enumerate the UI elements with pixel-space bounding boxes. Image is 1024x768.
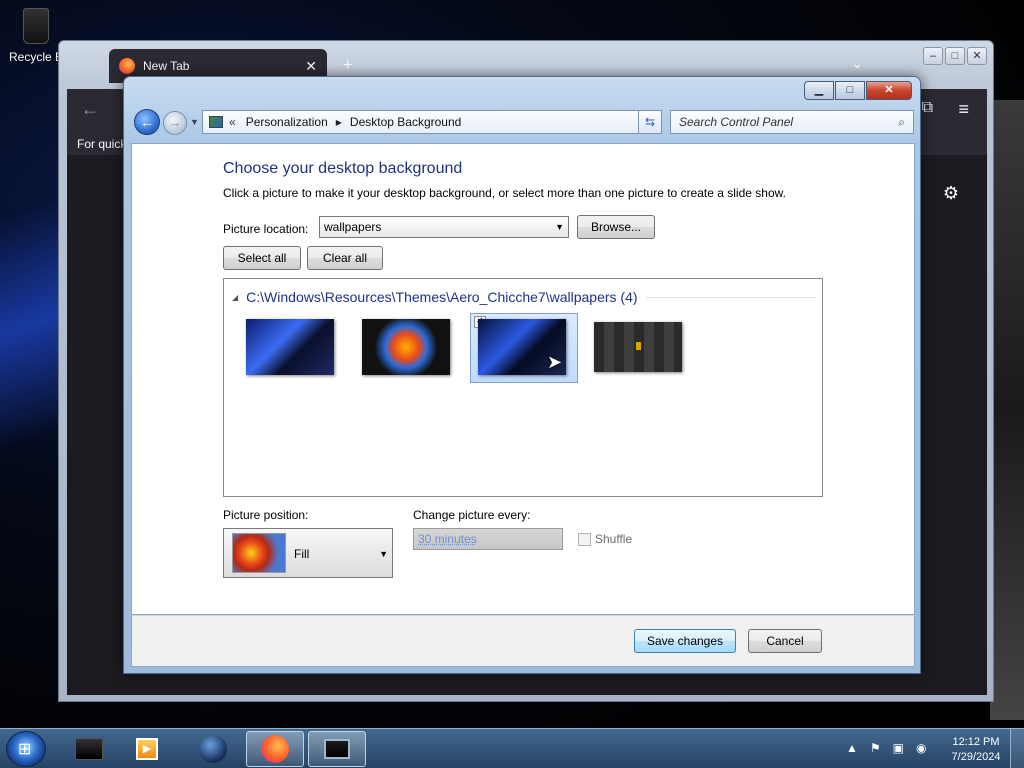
recycle-bin-desktop-icon[interactable]: Recycle B [6, 8, 66, 64]
minimize-button[interactable]: ▁ [804, 81, 834, 100]
browser-close-button[interactable]: ✕ [967, 47, 987, 65]
maximize-button[interactable]: □ [835, 81, 865, 100]
tab-title: New Tab [143, 59, 190, 73]
cancel-button[interactable]: Cancel [748, 629, 822, 653]
change-picture-label: Change picture every: [413, 508, 531, 522]
clear-all-button[interactable]: Clear all [307, 246, 383, 270]
taskbar-control-panel[interactable] [308, 731, 366, 767]
position-preview-image [232, 533, 286, 573]
wallpaper-edge [990, 100, 1024, 720]
address-bar[interactable]: « Personalization ▶ Desktop Background ▼ [202, 110, 662, 134]
clock-time: 12:12 PM [952, 736, 1000, 748]
wallpaper-group-header[interactable]: ◢ C:\Windows\Resources\Themes\Aero_Chicc… [232, 289, 816, 305]
breadcrumb-separator-icon[interactable]: ▶ [336, 118, 342, 127]
network-icon[interactable]: ▣ [893, 741, 904, 755]
volume-icon[interactable]: ◉ [916, 741, 926, 755]
clock[interactable]: 12:12 PM 7/29/2024 [946, 735, 1006, 765]
bookmarks-hint: For quick [77, 137, 127, 151]
picture-location-select[interactable]: wallpapers ▼ [319, 216, 569, 238]
tab-close-icon[interactable]: ✕ [305, 58, 317, 75]
chevron-down-icon: ▼ [555, 222, 564, 232]
picture-position-select[interactable]: Fill ▼ [223, 528, 393, 578]
taskbar: ▶ ▲ ⚑ ▣ ◉ 12:12 PM 7/29/2024 [0, 728, 1024, 768]
gear-icon[interactable]: ⚙ [943, 183, 959, 204]
media-player-icon: ▶ [136, 738, 158, 760]
shuffle-checkbox[interactable]: Shuffle [578, 532, 632, 546]
search-placeholder: Search Control Panel [679, 115, 794, 129]
wallpaper-thumbnail[interactable] [594, 322, 682, 372]
collapse-triangle-icon[interactable]: ◢ [232, 293, 238, 302]
breadcrumb-desktop-background[interactable]: Desktop Background [350, 115, 461, 129]
start-button[interactable] [6, 731, 46, 767]
back-button[interactable]: ← [134, 109, 160, 135]
show-hidden-icons-icon[interactable]: ▲ [846, 741, 858, 755]
picture-location-value: wallpapers [324, 220, 382, 234]
taskbar-globe-app[interactable] [184, 731, 242, 767]
search-icon[interactable]: ⌕ [898, 115, 905, 130]
firefox-icon [119, 58, 135, 74]
shuffle-label: Shuffle [595, 532, 633, 546]
breadcrumb-overflow-icon[interactable]: « [229, 115, 236, 129]
system-tray: ▲ ⚑ ▣ ◉ [846, 741, 926, 755]
shuffle-checkbox-box[interactable] [578, 532, 591, 546]
control-panel-window: ▁ □ ✕ ← → ▼ « Personalization ▶ Desktop … [123, 76, 921, 674]
breadcrumb-personalization[interactable]: Personalization [246, 115, 328, 129]
browse-button[interactable]: Browse... [577, 215, 655, 239]
group-divider [645, 296, 816, 298]
new-tab-button[interactable]: + [343, 57, 352, 75]
refresh-button[interactable]: ⇆ [638, 110, 662, 134]
browser-window-controls: – □ ✕ [923, 47, 987, 65]
taskbar-media-player[interactable]: ▶ [118, 731, 176, 767]
picture-position-value: Fill [294, 547, 310, 561]
main-content: Choose your desktop background Click a p… [131, 143, 915, 615]
close-button[interactable]: ✕ [866, 81, 912, 100]
picture-location-label: Picture location: [223, 222, 309, 236]
extensions-icon[interactable]: ⧉ [922, 99, 933, 117]
window-caption-buttons: ▁ □ ✕ [804, 81, 912, 100]
forward-button[interactable]: → [163, 111, 187, 135]
wallpaper-thumbnail[interactable] [362, 319, 450, 375]
select-all-button[interactable]: Select all [223, 246, 301, 270]
browser-back-icon[interactable]: ← [81, 99, 99, 120]
hamburger-menu-icon[interactable]: ≡ [958, 99, 969, 120]
page-title: Choose your desktop background [223, 160, 463, 177]
taskbar-firefox[interactable] [246, 731, 304, 767]
firefox-icon [261, 735, 289, 763]
show-desktop-button[interactable] [1010, 729, 1024, 768]
dialog-footer: Save changes Cancel [131, 615, 915, 667]
wallpaper-group-title: C:\Windows\Resources\Themes\Aero_Chicche… [246, 289, 638, 305]
recycle-bin-icon [23, 8, 49, 44]
chevron-down-icon: ▼ [379, 549, 388, 559]
page-description: Click a picture to make it your desktop … [223, 186, 786, 200]
app-box-icon [75, 738, 103, 760]
action-center-icon[interactable]: ⚑ [870, 741, 881, 755]
recycle-bin-label: Recycle B [8, 50, 64, 64]
tab-list-chevron-icon[interactable]: ⌄ [851, 55, 863, 72]
browser-minimize-button[interactable]: – [923, 47, 943, 65]
mouse-cursor-icon: ➤ [547, 352, 563, 372]
picture-position-label: Picture position: [223, 508, 309, 522]
save-changes-button[interactable]: Save changes [634, 629, 736, 653]
clock-date: 7/29/2024 [951, 751, 1001, 763]
search-input[interactable]: Search Control Panel ⌕ [670, 110, 914, 134]
control-panel-icon [209, 116, 223, 128]
wallpaper-thumbnail[interactable] [246, 319, 334, 375]
control-panel-icon [324, 739, 350, 759]
wallpaper-gallery: ◢ C:\Windows\Resources\Themes\Aero_Chicc… [223, 278, 823, 497]
globe-icon [199, 735, 227, 763]
taskbar-app-box[interactable] [60, 731, 118, 767]
change-picture-select[interactable]: 30 minutes [413, 528, 563, 550]
browser-maximize-button[interactable]: □ [945, 47, 965, 65]
recent-pages-chevron-icon[interactable]: ▼ [190, 117, 199, 127]
change-picture-value: 30 minutes [418, 532, 477, 546]
